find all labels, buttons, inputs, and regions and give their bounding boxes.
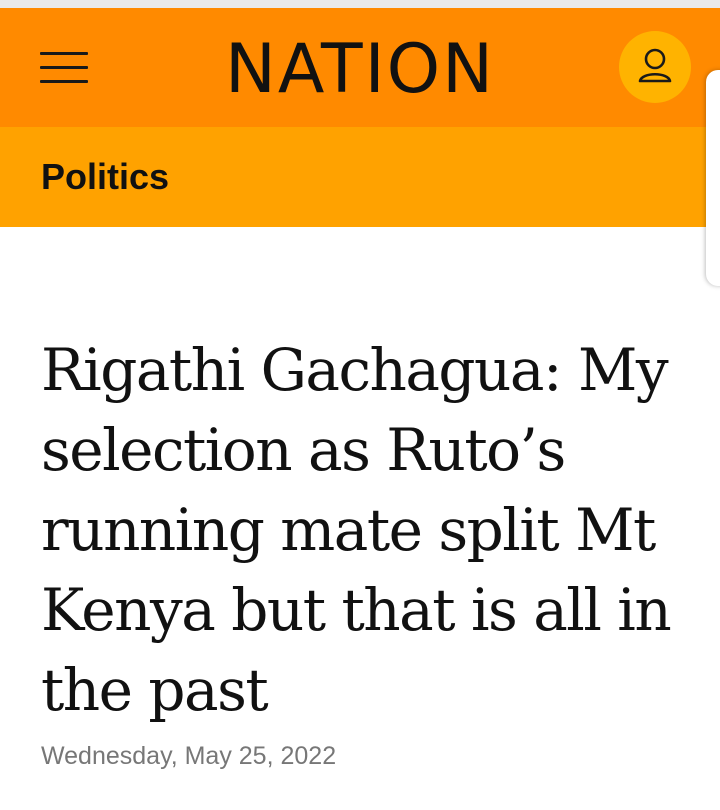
- article-page: NATION Politics Rigathi Gachagua: My sel…: [0, 0, 720, 810]
- user-account-icon: [638, 48, 672, 83]
- article-headline: Rigathi Gachagua: My selection as Ruto’s…: [41, 336, 672, 724]
- account-button[interactable]: [619, 31, 691, 103]
- article-date: Wednesday, May 25, 2022: [41, 742, 337, 770]
- section-label[interactable]: Politics: [41, 155, 169, 199]
- side-edge-panel[interactable]: [706, 70, 720, 286]
- site-logo[interactable]: NATION: [160, 30, 560, 110]
- status-strip: [0, 0, 720, 8]
- menu-button[interactable]: [32, 46, 96, 90]
- section-bar: Politics: [0, 127, 720, 227]
- site-header: NATION: [0, 8, 720, 127]
